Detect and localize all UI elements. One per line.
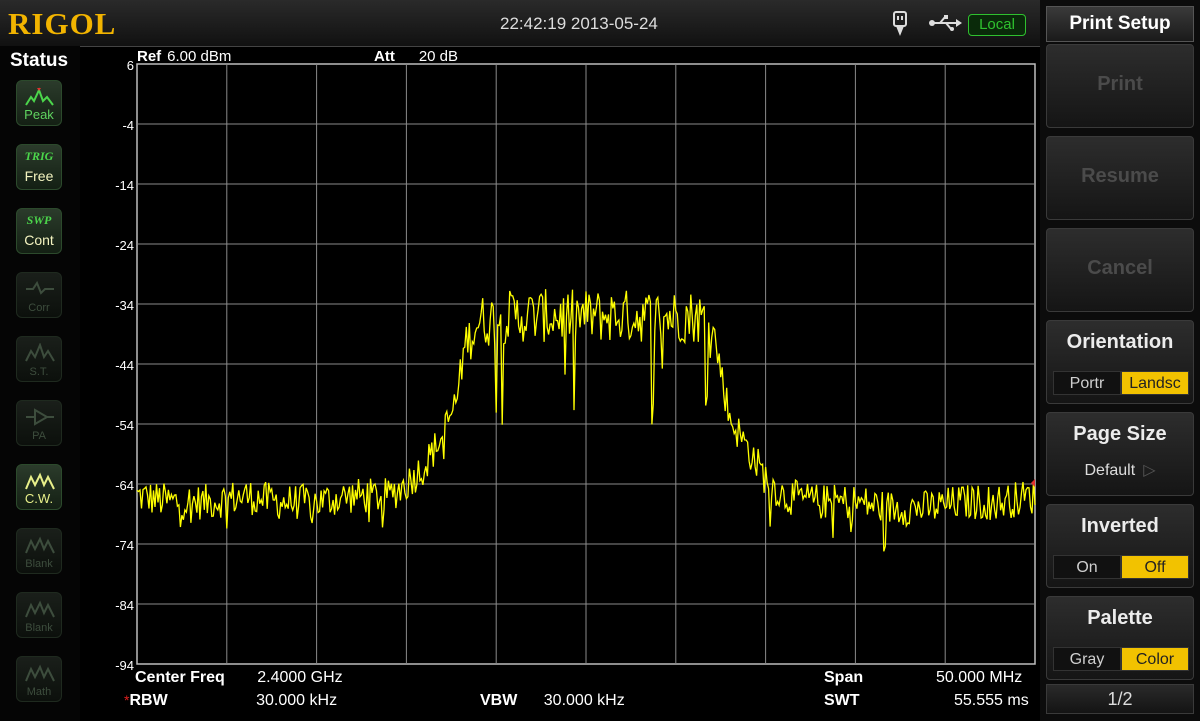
palette-color-option[interactable]: Color	[1121, 647, 1189, 671]
status-trace2-button[interactable]: Blank	[16, 528, 62, 574]
status-label: Free	[24, 168, 54, 184]
menu-title: Print Setup	[1046, 6, 1194, 42]
y-tick-label: -44	[115, 358, 134, 373]
usb-device-icon	[893, 11, 907, 36]
vbw-readout: VBW 30.000 kHz	[480, 692, 625, 710]
peak-icon	[25, 87, 54, 106]
orientation-landscape-option[interactable]: Landsc	[1121, 371, 1189, 395]
rbw-value: 30.000 kHz	[256, 692, 338, 709]
trace-icon	[25, 664, 55, 682]
brand-logo: RIGOL	[8, 6, 117, 41]
trace-icon	[25, 536, 55, 554]
status-peak-button[interactable]: Peak	[16, 80, 62, 126]
orientation-softkey[interactable]: Orientation Portr Landsc	[1046, 320, 1194, 404]
y-tick-label: -54	[115, 418, 134, 433]
status-label: Blank	[25, 622, 53, 634]
status-pa-button[interactable]: PA	[16, 400, 62, 446]
y-tick-label: -24	[115, 238, 134, 253]
y-tick-label: -34	[115, 298, 134, 313]
center-freq-label: Center Freq	[135, 669, 225, 686]
page-size-softkey[interactable]: Page Size Default ▷	[1046, 412, 1194, 496]
inverted-off-option[interactable]: Off	[1121, 555, 1189, 579]
status-title: Status	[10, 50, 69, 71]
y-tick-label: -64	[115, 478, 134, 493]
trace-icon	[25, 472, 55, 490]
palette-label: Palette	[1087, 607, 1153, 629]
spectrum-display: Ref 6.00 dBm Att 20 dB 6 -4 -14 -24 -34 -44 -54-…	[80, 46, 1040, 721]
y-tick-label: -14	[115, 178, 134, 193]
date-time: 22:42:19 2013-05-24	[500, 14, 658, 33]
status-label: Peak	[24, 107, 54, 122]
signal-track-icon	[25, 343, 55, 362]
vbw-value: 30.000 kHz	[543, 692, 625, 709]
submenu-arrow-icon: ▷	[1143, 462, 1156, 479]
y-tick-label: -84	[115, 598, 134, 613]
y-tick-label: -74	[115, 538, 134, 553]
y-tick-label: -94	[115, 658, 134, 673]
softkey-panel: Print Setup Print Resume Cancel Orientat…	[1040, 0, 1200, 721]
spectrum-plot[interactable]: 6 -4 -14 -24 -34 -44 -54 -64 -74 -84 -94	[80, 46, 1040, 676]
vbw-label: VBW	[480, 692, 518, 709]
status-trace1-button[interactable]: C.W.	[16, 464, 62, 510]
status-tag: SWP	[26, 213, 52, 227]
span-label: Span	[824, 669, 864, 686]
cancel-softkey[interactable]: Cancel	[1046, 228, 1194, 312]
swt-label: SWT	[824, 692, 860, 709]
inverted-on-option[interactable]: On	[1053, 555, 1121, 579]
y-tick-label: -4	[122, 118, 134, 133]
page-size-label: Page Size	[1073, 423, 1167, 445]
top-bar: RIGOL 22:42:19 2013-05-24 Local	[0, 0, 1040, 47]
status-st-button[interactable]: S.T.	[16, 336, 62, 382]
local-badge[interactable]: Local	[968, 14, 1026, 36]
status-label: Math	[26, 686, 52, 698]
center-freq-value: 2.4000 GHz	[257, 669, 343, 686]
orientation-label: Orientation	[1066, 331, 1174, 353]
center-freq-readout: Center Freq 2.4000 GHz	[135, 669, 343, 687]
inverted-softkey[interactable]: Inverted On Off	[1046, 504, 1194, 588]
palette-softkey[interactable]: Palette Gray Color	[1046, 596, 1194, 680]
status-label: C.W.	[24, 491, 54, 506]
status-trace3-button[interactable]: Blank	[16, 592, 62, 638]
usb-icon	[929, 15, 962, 31]
resume-label: Resume	[1081, 165, 1159, 187]
palette-options: Gray Color	[1053, 647, 1189, 671]
inverted-options: On Off	[1053, 555, 1189, 579]
resume-softkey[interactable]: Resume	[1046, 136, 1194, 220]
inverted-label: Inverted	[1081, 515, 1159, 537]
span-value: 50.000 MHz	[936, 669, 1023, 686]
correction-icon	[26, 280, 54, 295]
status-label: S.T.	[29, 366, 49, 378]
y-tick-label: 6	[127, 58, 134, 73]
status-label: Blank	[25, 558, 53, 570]
status-tag: TRIG	[24, 149, 54, 163]
status-column: Status Peak TRIG Free SWP Cont Corr S.T.	[0, 46, 80, 721]
page-size-value: Default	[1084, 462, 1136, 479]
rbw-label: RBW	[129, 692, 168, 709]
status-label: Corr	[28, 302, 50, 314]
menu-page-indicator[interactable]: 1/2	[1046, 684, 1194, 714]
swt-readout: SWT	[824, 692, 860, 710]
status-label: PA	[32, 430, 46, 442]
cancel-label: Cancel	[1087, 257, 1153, 279]
trace-icon	[25, 600, 55, 618]
status-math-button[interactable]: Math	[16, 656, 62, 702]
status-label: Cont	[24, 232, 54, 248]
print-label: Print	[1097, 73, 1143, 95]
status-trig-button[interactable]: TRIG Free	[16, 144, 62, 190]
status-sweep-button[interactable]: SWP Cont	[16, 208, 62, 254]
preamp-icon	[26, 408, 54, 426]
swt-value: 55.555 ms	[954, 692, 1029, 709]
status-corr-button[interactable]: Corr	[16, 272, 62, 318]
rbw-readout: *RBW 30.000 kHz	[124, 692, 337, 710]
orientation-options: Portr Landsc	[1053, 371, 1189, 395]
palette-gray-option[interactable]: Gray	[1053, 647, 1121, 671]
span-readout: Span	[824, 669, 863, 687]
orientation-portrait-option[interactable]: Portr	[1053, 371, 1121, 395]
print-softkey[interactable]: Print	[1046, 44, 1194, 128]
